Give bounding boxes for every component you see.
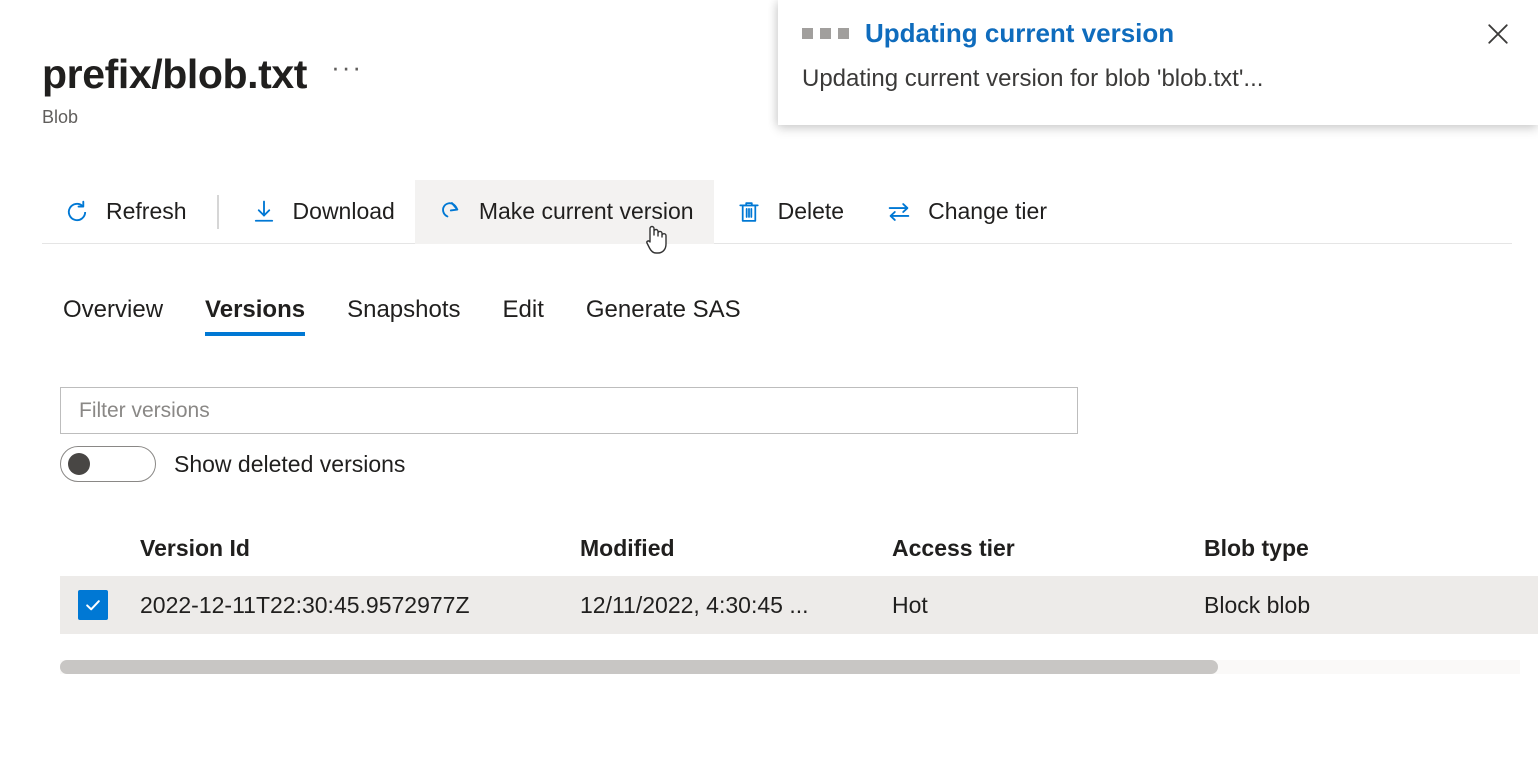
- refresh-label: Refresh: [106, 198, 187, 224]
- redo-icon: [435, 197, 465, 227]
- tab-generate-sas[interactable]: Generate SAS: [565, 288, 762, 342]
- command-separator: [216, 194, 219, 229]
- column-header-blob-type[interactable]: Blob type: [1204, 535, 1524, 562]
- change-tier-label: Change tier: [928, 198, 1047, 224]
- make-current-version-button[interactable]: Make current version: [414, 179, 714, 244]
- tab-snapshots-label: Snapshots: [347, 296, 461, 323]
- more-options-icon[interactable]: ···: [331, 54, 363, 86]
- tab-edit[interactable]: Edit: [482, 288, 565, 342]
- make-current-version-label: Make current version: [478, 198, 694, 224]
- refresh-button[interactable]: Refresh: [42, 180, 207, 244]
- show-deleted-versions-row: Show deleted versions: [60, 446, 405, 482]
- tab-edit-label: Edit: [502, 296, 544, 323]
- horizontal-scrollbar[interactable]: [60, 660, 1520, 674]
- show-deleted-versions-toggle[interactable]: [60, 446, 156, 482]
- tab-versions[interactable]: Versions: [184, 288, 326, 342]
- filter-versions-input[interactable]: [60, 387, 1078, 434]
- download-icon: [249, 197, 279, 227]
- table-header-row: Version Id Modified Access tier Blob typ…: [60, 520, 1538, 576]
- toggle-knob: [68, 453, 90, 475]
- download-button[interactable]: Download: [229, 180, 415, 244]
- tab-generate-sas-label: Generate SAS: [585, 296, 741, 323]
- horizontal-scrollbar-thumb[interactable]: [60, 660, 1218, 674]
- trash-icon: [734, 197, 764, 227]
- change-tier-button[interactable]: Change tier: [864, 180, 1067, 244]
- row-select-cell: [60, 590, 140, 620]
- tab-overview[interactable]: Overview: [42, 288, 184, 342]
- show-deleted-versions-label: Show deleted versions: [174, 450, 406, 477]
- notification-toast: Updating current version Updating curren…: [778, 0, 1538, 125]
- swap-arrows-icon: [884, 197, 914, 227]
- cell-version-id: 2022-12-11T22:30:45.9572977Z: [140, 591, 470, 618]
- column-header-modified[interactable]: Modified: [580, 535, 892, 562]
- notification-title[interactable]: Updating current version: [865, 18, 1174, 49]
- page-title: prefix/blob.txt: [42, 51, 308, 97]
- delete-button[interactable]: Delete: [714, 180, 864, 244]
- close-icon[interactable]: [1476, 12, 1520, 56]
- tab-snapshots[interactable]: Snapshots: [326, 288, 481, 342]
- progress-dots-icon: [802, 28, 849, 39]
- page-subtitle: Blob: [42, 107, 79, 128]
- tab-bar: Overview Versions Snapshots Edit Generat…: [42, 288, 762, 342]
- page-header: prefix/blob.txt ··· Blob: [42, 51, 742, 128]
- row-checkbox[interactable]: [78, 590, 108, 620]
- versions-table: Version Id Modified Access tier Blob typ…: [60, 520, 1538, 634]
- column-header-version-id[interactable]: Version Id: [140, 535, 580, 562]
- cell-modified: 12/11/2022, 4:30:45 ...: [580, 591, 809, 618]
- cell-access-tier: Hot: [892, 591, 928, 618]
- delete-label: Delete: [777, 198, 845, 224]
- table-row[interactable]: 2022-12-11T22:30:45.9572977Z 12/11/2022,…: [60, 576, 1538, 634]
- tab-overview-label: Overview: [63, 296, 164, 323]
- command-bar: Refresh Download Make current version De…: [42, 179, 1512, 244]
- tab-versions-label: Versions: [205, 296, 306, 323]
- refresh-icon: [62, 197, 92, 227]
- cell-blob-type: Block blob: [1204, 591, 1311, 618]
- notification-body: Updating current version for blob 'blob.…: [802, 65, 1264, 92]
- download-label: Download: [292, 198, 395, 224]
- column-header-access-tier[interactable]: Access tier: [892, 535, 1204, 562]
- notification-header: Updating current version: [778, 0, 1538, 49]
- title-row: prefix/blob.txt ···: [42, 51, 742, 97]
